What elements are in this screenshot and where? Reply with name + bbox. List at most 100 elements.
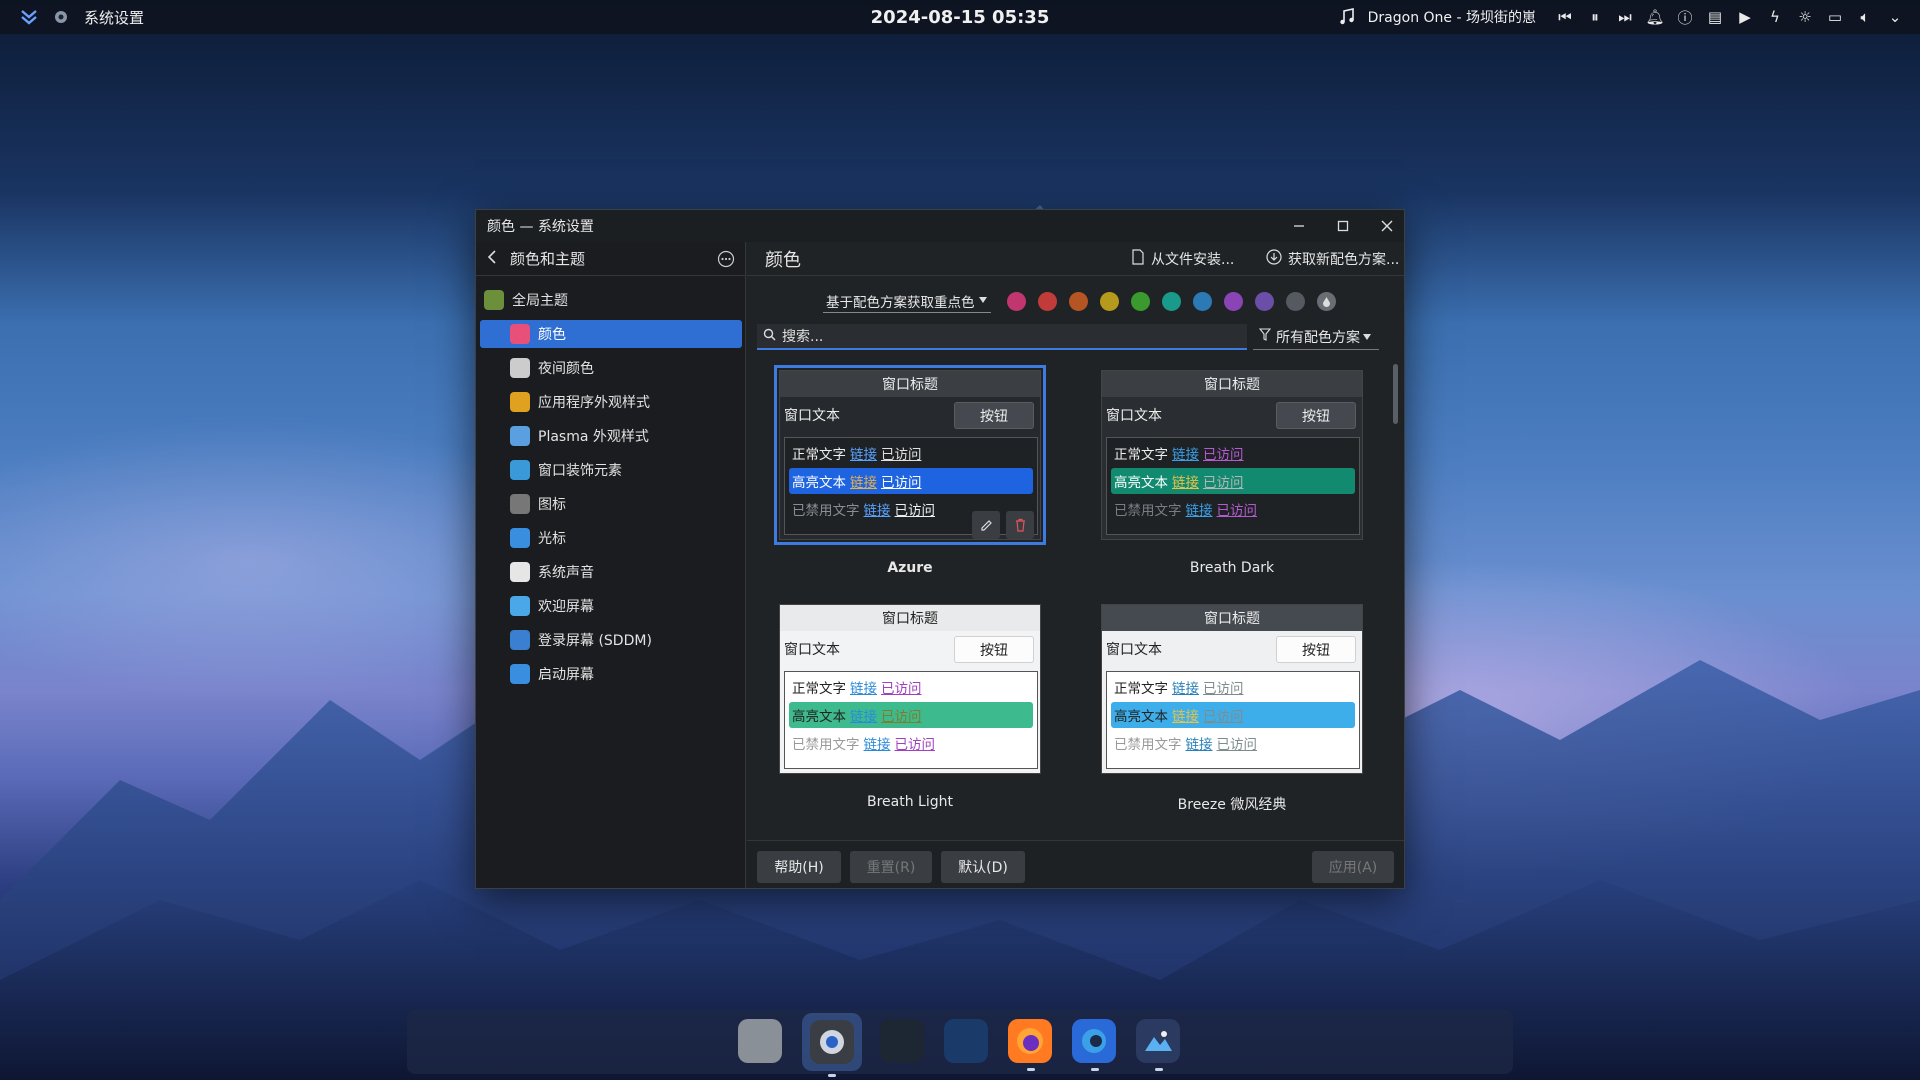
content-header: 颜色 从文件安装... 获取新配色方案... bbox=[747, 242, 1404, 276]
edge-icon[interactable] bbox=[1072, 1019, 1118, 1071]
power-icon[interactable]: ϟ bbox=[1766, 8, 1784, 26]
volume-icon[interactable]: 🔈︎ bbox=[1856, 8, 1874, 26]
accent-color-swatch[interactable] bbox=[1162, 292, 1181, 311]
brightness-icon[interactable]: ☼ bbox=[1796, 8, 1814, 26]
color-scheme-card[interactable]: 窗口标题 窗口文本 按钮 正常文字 链接 已访问 高亮文本 链接 已访问 已禁用文字 链接 已访问 bbox=[1101, 370, 1363, 540]
media-title[interactable]: Dragon One - 场坝街的崽 bbox=[1368, 7, 1536, 27]
preview-visited: 已访问 bbox=[881, 709, 922, 725]
sidebar-item[interactable]: 窗口装饰元素 bbox=[480, 456, 742, 484]
sidebar-item[interactable]: 图标 bbox=[480, 490, 742, 518]
info-icon[interactable]: ⓘ bbox=[1676, 8, 1694, 27]
accent-color-swatch[interactable] bbox=[1007, 292, 1026, 311]
sidebar-item-label: 系统声音 bbox=[538, 565, 594, 581]
overview-icon[interactable] bbox=[738, 1019, 784, 1065]
clock[interactable]: 2024-08-15 05:35 bbox=[871, 7, 1050, 28]
preview-link: 链接 bbox=[850, 475, 877, 491]
sidebar-item[interactable]: 系统声音 bbox=[480, 558, 742, 586]
preview-disabled-line: 已禁用文字 链接 已访问 bbox=[1107, 728, 1359, 758]
preview-highlight-line: 高亮文本 链接 已访问 bbox=[1111, 468, 1355, 494]
preview-visited: 已访问 bbox=[1216, 503, 1258, 519]
delete-icon[interactable] bbox=[1006, 511, 1034, 539]
install-from-file-button[interactable]: 从文件安装... bbox=[1131, 242, 1234, 276]
color-scheme-card[interactable]: 窗口标题 窗口文本 按钮 正常文字 链接 已访问 高亮文本 链接 已访问 已禁用文字 链接 已访问 bbox=[779, 604, 1041, 774]
sidebar-item-label: 光标 bbox=[538, 531, 566, 547]
accent-color-swatch[interactable] bbox=[1131, 292, 1150, 311]
preview-window-row: 窗口文本 按钮 bbox=[1102, 397, 1362, 433]
expand-tray-icon[interactable]: ⌄ bbox=[1886, 8, 1904, 26]
photos-icon[interactable] bbox=[1136, 1019, 1182, 1071]
reset-button[interactable]: 重置(R) bbox=[850, 851, 932, 883]
preview-view: 正常文字 链接 已访问 高亮文本 链接 已访问 已禁用文字 链接 已访问 bbox=[1106, 671, 1360, 769]
accent-color-swatch[interactable] bbox=[1286, 292, 1305, 311]
apply-button[interactable]: 应用(A) bbox=[1312, 851, 1394, 883]
accent-color-swatch[interactable] bbox=[1038, 292, 1057, 311]
sidebar-item[interactable]: 光标 bbox=[480, 524, 742, 552]
minimize-icon[interactable] bbox=[1290, 217, 1308, 235]
preview-window-text: 窗口文本 bbox=[784, 408, 840, 424]
search-input[interactable]: 搜索... bbox=[757, 324, 1247, 350]
page-title: 颜色 bbox=[765, 249, 801, 271]
firefox-icon[interactable] bbox=[1008, 1019, 1054, 1071]
accent-color-swatch[interactable] bbox=[1255, 292, 1274, 311]
accent-color-swatch[interactable] bbox=[1069, 292, 1088, 311]
sidebar-item[interactable]: 启动屏幕 bbox=[480, 660, 742, 688]
more-options-icon[interactable] bbox=[717, 250, 735, 268]
search-placeholder: 搜索... bbox=[782, 329, 824, 345]
accent-color-swatch[interactable] bbox=[1193, 292, 1212, 311]
scheme-name: Azure bbox=[887, 560, 933, 576]
scheme-filter-select[interactable]: 所有配色方案 bbox=[1253, 324, 1379, 350]
help-button[interactable]: 帮助(H) bbox=[757, 851, 841, 883]
cursor-icon bbox=[510, 528, 530, 548]
preview-disabled-line: 已禁用文字 链接 已访问 bbox=[785, 728, 1037, 758]
preview-view: 正常文字 链接 已访问 高亮文本 链接 已访问 已禁用文字 链接 已访问 bbox=[784, 671, 1038, 769]
active-app-name[interactable]: 系统设置 bbox=[84, 7, 144, 28]
sidebar-item[interactable]: 欢迎屏幕 bbox=[480, 592, 742, 620]
preview-link: 链接 bbox=[863, 737, 891, 753]
app-launcher-icon[interactable] bbox=[880, 1019, 926, 1065]
color-scheme-card[interactable]: 窗口标题 窗口文本 按钮 正常文字 链接 已访问 高亮文本 链接 已访问 已禁用文字 链接 已访问 bbox=[1101, 604, 1363, 774]
sidebar-item[interactable]: 颜色 bbox=[480, 320, 742, 348]
accent-color-swatch[interactable] bbox=[1100, 292, 1119, 311]
launcher-icon[interactable] bbox=[20, 8, 38, 26]
get-new-schemes-button[interactable]: 获取新配色方案... bbox=[1266, 242, 1399, 276]
preview-visited: 已访问 bbox=[894, 737, 936, 753]
dock bbox=[407, 1010, 1513, 1077]
scheme-filter-value: 所有配色方案 bbox=[1276, 329, 1360, 346]
scrollbar[interactable] bbox=[1393, 364, 1398, 424]
window-titlebar[interactable]: 颜色 — 系统设置 bbox=[476, 210, 1404, 242]
defaults-button[interactable]: 默认(D) bbox=[941, 851, 1025, 883]
close-icon[interactable] bbox=[1378, 217, 1396, 235]
top-panel: 系统设置 2024-08-15 05:35 Dragon One - 场坝街的崽… bbox=[0, 0, 1920, 34]
sidebar-item-label: 图标 bbox=[538, 497, 566, 513]
edit-icon[interactable] bbox=[972, 511, 1000, 539]
custom-color-picker-icon[interactable] bbox=[1317, 292, 1336, 311]
window-deco-icon bbox=[510, 460, 530, 480]
network-icon[interactable]: ▭ bbox=[1826, 8, 1844, 26]
file-manager-icon[interactable] bbox=[944, 1019, 990, 1065]
sidebar-item[interactable]: 应用程序外观样式 bbox=[480, 388, 742, 416]
content-area: 颜色 从文件安装... 获取新配色方案... 基于配色方案获取重点色 搜索...… bbox=[747, 242, 1404, 888]
sidebar-item[interactable]: 夜间颜色 bbox=[480, 354, 742, 382]
scheme-name: Breath Light bbox=[867, 794, 953, 810]
pause-icon[interactable]: ⏸ bbox=[1586, 8, 1604, 26]
back-icon[interactable] bbox=[486, 249, 506, 268]
preview-window-row: 窗口文本 按钮 bbox=[1102, 631, 1362, 667]
app-style-icon bbox=[510, 392, 530, 412]
system-settings-icon[interactable] bbox=[802, 1013, 862, 1077]
clipboard-icon[interactable]: ▤ bbox=[1706, 8, 1724, 26]
boot-icon bbox=[510, 664, 530, 684]
maximize-icon[interactable] bbox=[1334, 217, 1352, 235]
color-scheme-card[interactable]: 窗口标题 窗口文本 按钮 正常文字 链接 已访问 高亮文本 链接 已访问 已禁用文字 链接 已访问 bbox=[774, 365, 1046, 545]
sidebar-item[interactable]: Plasma 外观样式 bbox=[480, 422, 742, 450]
sidebar-item-label: 欢迎屏幕 bbox=[538, 599, 594, 615]
sidebar-item[interactable]: 登录屏幕 (SDDM) bbox=[480, 626, 742, 654]
previous-track-icon[interactable]: ⏮ bbox=[1556, 8, 1574, 26]
sidebar-item[interactable]: 全局主题 bbox=[480, 286, 742, 314]
media-player-icon[interactable]: ▶ bbox=[1736, 8, 1754, 26]
notifications-icon[interactable]: 🔔︎ bbox=[1645, 8, 1664, 26]
next-track-icon[interactable]: ⏭ bbox=[1616, 8, 1634, 26]
sidebar-item-label: 全局主题 bbox=[512, 293, 568, 309]
accent-color-swatch[interactable] bbox=[1224, 292, 1243, 311]
accent-source-select[interactable]: 基于配色方案获取重点色 bbox=[823, 289, 991, 313]
scheme-name: Breath Dark bbox=[1189, 560, 1275, 576]
